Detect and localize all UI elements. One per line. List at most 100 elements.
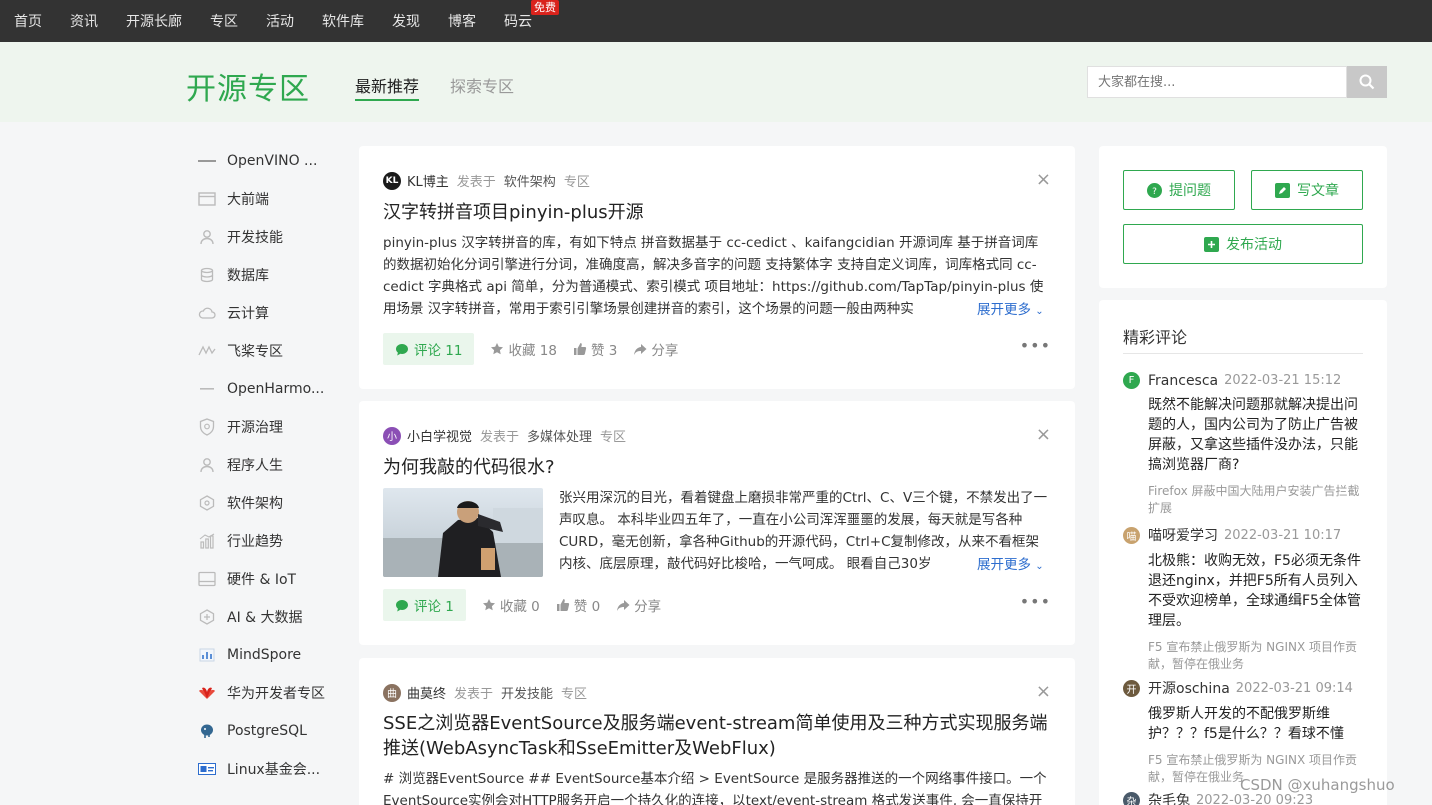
commenter-name[interactable]: 开源oschina — [1148, 678, 1230, 698]
comment-icon — [396, 599, 408, 611]
write-article-button[interactable]: 写文章 — [1251, 170, 1363, 210]
close-icon[interactable]: × — [1036, 171, 1051, 189]
sidebar-item-trends[interactable]: 行业趋势 — [190, 526, 335, 556]
more-options-icon[interactable]: ••• — [1020, 336, 1051, 355]
database-icon — [198, 266, 216, 284]
like-button[interactable]: 赞 3 — [573, 339, 617, 359]
favorite-button[interactable]: 收藏 18 — [490, 339, 557, 359]
nav-events[interactable]: 活动 — [266, 11, 294, 31]
close-icon[interactable]: × — [1036, 426, 1051, 444]
sidebar-item-openharmony[interactable]: OpenHarmo... — [190, 374, 335, 404]
sidebar-item-linux-foundation[interactable]: Linux基金会... — [190, 754, 335, 784]
person-icon — [198, 228, 216, 246]
avatar[interactable]: 喵 — [1123, 526, 1140, 544]
expand-more-link[interactable]: 展开更多 ⌄ — [971, 553, 1044, 573]
sidebar-item-hardware-iot[interactable]: 硬件 & IoT — [190, 564, 335, 594]
nav-gitee[interactable]: 码云 — [504, 11, 532, 31]
comment-time: 2022-03-20 09:23 — [1196, 792, 1314, 805]
sidebar-item-database[interactable]: 数据库 — [190, 260, 335, 290]
card-thumbnail[interactable] — [383, 488, 543, 577]
avatar[interactable]: F — [1123, 372, 1140, 389]
share-button[interactable]: 分享 — [616, 595, 661, 615]
comment-text[interactable]: 既然不能解决问题那就解决提出问题的人，国内公司为了防止广告被屏蔽，又拿这些插件没… — [1148, 395, 1363, 475]
mindspore-icon — [198, 646, 216, 664]
nav-zones[interactable]: 专区 — [210, 11, 238, 31]
feed-card[interactable]: 小 小白学视觉 发表于 多媒体处理 专区 × 为何我敲的代码很水? 张兴用深沉的… — [359, 401, 1075, 645]
sidebar-item-label: 飞桨专区 — [227, 344, 283, 360]
commenter-name[interactable]: Francesca — [1148, 373, 1218, 389]
comment-button[interactable]: 评论 1 — [383, 589, 466, 621]
category-link[interactable]: 多媒体处理 — [527, 426, 592, 445]
nav-news[interactable]: 资讯 — [70, 11, 98, 31]
sidebar-item-dev-skills[interactable]: 开发技能 — [190, 222, 335, 252]
avatar[interactable]: 杂 — [1123, 791, 1140, 805]
zone-header: 开源专区 最新推荐 探索专区 — [0, 42, 1432, 122]
feed-card[interactable]: 曲 曲莫终 发表于 开发技能 专区 × SSE之浏览器EventSource及服… — [359, 658, 1075, 805]
sidebar-item-postgresql[interactable]: PostgreSQL — [190, 716, 335, 746]
category-link[interactable]: 软件架构 — [504, 171, 556, 190]
favorite-count: 收藏 18 — [508, 343, 557, 359]
edit-icon — [1275, 182, 1290, 198]
author-name[interactable]: 小白学视觉 — [407, 426, 472, 445]
sidebar-item-paddle[interactable]: 飞桨专区 — [190, 336, 335, 366]
comment-item: 开 开源oschina 2022-03-21 09:14 俄罗斯人开发的不配俄罗… — [1123, 678, 1363, 786]
write-article-label: 写文章 — [1297, 183, 1339, 199]
posted-in-label: 发表于 — [480, 430, 520, 445]
sidebar-item-mindspore[interactable]: MindSpore — [190, 640, 335, 670]
sidebar-item-openvino[interactable]: OpenVINO ... — [190, 146, 335, 176]
author-name[interactable]: 曲莫终 — [407, 683, 446, 702]
search-button[interactable] — [1347, 66, 1387, 98]
search-input[interactable] — [1087, 66, 1347, 98]
sidebar-item-ai-bigdata[interactable]: AI & 大数据 — [190, 602, 335, 632]
more-options-icon[interactable]: ••• — [1020, 592, 1051, 611]
commenter-name[interactable]: 喵呀爱学习 — [1148, 525, 1218, 545]
avatar[interactable]: 曲 — [383, 683, 401, 702]
sidebar-item-huawei[interactable]: 华为开发者专区 — [190, 678, 335, 708]
nav-home[interactable]: 首页 — [14, 11, 42, 31]
category-link[interactable]: 开发技能 — [501, 683, 553, 702]
feed-card[interactable]: KL KL博主 发表于 软件架构 专区 × 汉字转拼音项目pinyin-plus… — [359, 146, 1075, 389]
publish-event-label: 发布活动 — [1226, 237, 1282, 253]
nav-gallery[interactable]: 开源长廊 — [126, 11, 182, 31]
posted-in-label: 发表于 — [454, 687, 494, 702]
nav-software[interactable]: 软件库 — [322, 11, 364, 31]
author-name[interactable]: KL博主 — [407, 171, 449, 190]
openharmony-icon — [198, 380, 216, 398]
comment-text[interactable]: 俄罗斯人开发的不配俄罗斯维护？？？f5是什么？？看球不懂 — [1148, 704, 1363, 744]
nav-discover[interactable]: 发现 — [392, 11, 420, 31]
sidebar-item-cloud[interactable]: 云计算 — [190, 298, 335, 328]
share-button[interactable]: 分享 — [633, 339, 678, 359]
comment-text[interactable]: 北极熊：收购无效，F5必须无条件退还nginx，并把F5所有人员列入不受欢迎榜单… — [1148, 551, 1363, 631]
card-title[interactable]: SSE之浏览器EventSource及服务端event-stream简单使用及三… — [383, 711, 1051, 761]
expand-more-label: 展开更多 — [977, 302, 1031, 318]
sidebar-item-label: PostgreSQL — [227, 723, 307, 739]
avatar[interactable]: 小 — [383, 426, 401, 445]
tab-explore[interactable]: 探索专区 — [450, 73, 514, 97]
nav-blog[interactable]: 博客 — [448, 11, 476, 31]
expand-more-link[interactable]: 展开更多 ⌄ — [971, 298, 1044, 318]
card-title[interactable]: 汉字转拼音项目pinyin-plus开源 — [383, 200, 1051, 225]
like-button[interactable]: 赞 0 — [556, 595, 600, 615]
expand-more-label: 展开更多 — [977, 557, 1031, 573]
sidebar-item-label: AI & 大数据 — [227, 610, 303, 626]
avatar[interactable]: KL — [383, 171, 401, 190]
commenter-name[interactable]: 杂毛兔 — [1148, 790, 1190, 805]
zone-label: 专区 — [600, 430, 627, 445]
tab-latest[interactable]: 最新推荐 — [355, 73, 420, 101]
person-icon — [198, 456, 216, 474]
favorite-button[interactable]: 收藏 0 — [482, 595, 540, 615]
sidebar-item-architecture[interactable]: 软件架构 — [190, 488, 335, 518]
close-icon[interactable]: × — [1036, 683, 1051, 701]
linux-foundation-icon — [198, 760, 216, 778]
avatar[interactable]: 开 — [1123, 679, 1140, 697]
publish-event-button[interactable]: 发布活动 — [1123, 224, 1363, 264]
comment-time: 2022-03-21 15:12 — [1224, 373, 1342, 388]
sidebar-item-frontend[interactable]: 大前端 — [190, 184, 335, 214]
sidebar-item-governance[interactable]: 开源治理 — [190, 412, 335, 442]
card-title[interactable]: 为何我敲的代码很水? — [383, 455, 1051, 480]
comment-button[interactable]: 评论 11 — [383, 333, 475, 365]
ask-question-button[interactable]: ? 提问题 — [1123, 170, 1235, 210]
sidebar-item-programmer-life[interactable]: 程序人生 — [190, 450, 335, 480]
comment-source-link[interactable]: F5 宣布禁止俄罗斯为 NGINX 项目作贡献，暂停在俄业务 — [1148, 639, 1363, 673]
comment-source-link[interactable]: Firefox 屏蔽中国大陆用户安装广告拦截扩展 — [1148, 483, 1363, 517]
